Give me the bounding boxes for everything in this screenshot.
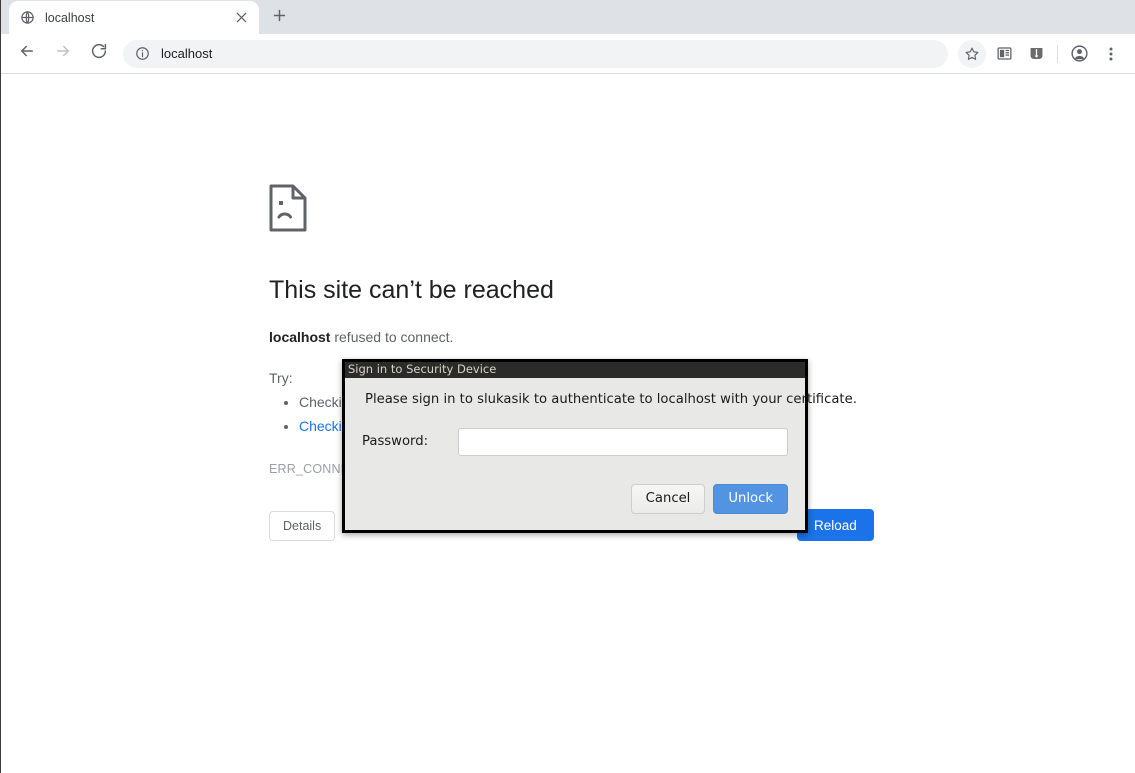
browser-window: localhost localhost This site can’t be r… bbox=[0, 0, 1135, 773]
dialog-title: Sign in to Security Device bbox=[348, 362, 497, 377]
cancel-button[interactable]: Cancel bbox=[630, 483, 706, 514]
password-label: Password: bbox=[362, 434, 429, 450]
dialog-message: Please sign in to slukasik to authentica… bbox=[365, 392, 857, 407]
security-device-dialog: Sign in to Security Device Please sign i… bbox=[342, 359, 857, 533]
plus-icon bbox=[273, 9, 286, 27]
page-content: This site can’t be reached localhost ref… bbox=[1, 74, 1135, 773]
dialog-titlebar: Sign in to Security Device bbox=[345, 362, 805, 378]
tab-strip: localhost bbox=[1, 0, 1135, 34]
profile-avatar-icon[interactable] bbox=[1065, 40, 1093, 68]
browser-toolbar: localhost bbox=[1, 34, 1135, 74]
error-subtitle-rest: refused to connect. bbox=[330, 328, 454, 345]
globe-icon bbox=[19, 10, 35, 26]
bookmark-star-icon[interactable] bbox=[958, 39, 986, 68]
password-input[interactable] bbox=[458, 427, 788, 456]
reload-button[interactable] bbox=[84, 39, 114, 69]
dialog-actions: Cancel Unlock bbox=[362, 483, 788, 514]
details-button[interactable]: Details bbox=[269, 511, 336, 541]
extension-reader-icon[interactable] bbox=[990, 40, 1018, 68]
close-icon[interactable] bbox=[233, 10, 249, 26]
password-row: Password: bbox=[362, 427, 788, 456]
arrow-right-icon bbox=[54, 42, 72, 65]
reload-page-button[interactable]: Reload bbox=[797, 509, 874, 541]
sad-page-icon bbox=[269, 184, 307, 232]
toolbar-divider bbox=[1057, 44, 1058, 63]
unlock-button[interactable]: Unlock bbox=[713, 483, 788, 514]
browser-tab-localhost[interactable]: localhost bbox=[9, 1, 259, 34]
forward-button[interactable] bbox=[48, 39, 78, 69]
address-bar-url: localhost bbox=[161, 46, 213, 61]
extension-pin-icon[interactable] bbox=[1022, 40, 1050, 68]
error-subtitle: localhost refused to connect. bbox=[269, 327, 869, 348]
more-menu-icon[interactable] bbox=[1097, 40, 1125, 68]
toolbar-icon-group bbox=[956, 39, 1127, 68]
dialog-body: Please sign in to slukasik to authentica… bbox=[345, 378, 857, 530]
tab-title: localhost bbox=[45, 10, 95, 25]
reload-icon bbox=[90, 42, 108, 65]
info-circle-icon[interactable] bbox=[133, 45, 151, 63]
error-subtitle-host: localhost bbox=[269, 328, 331, 345]
address-bar[interactable]: localhost bbox=[123, 39, 948, 68]
new-tab-button[interactable] bbox=[265, 4, 293, 32]
back-button[interactable] bbox=[12, 39, 42, 69]
page-title: This site can’t be reached bbox=[269, 276, 554, 304]
arrow-left-icon bbox=[18, 42, 36, 65]
